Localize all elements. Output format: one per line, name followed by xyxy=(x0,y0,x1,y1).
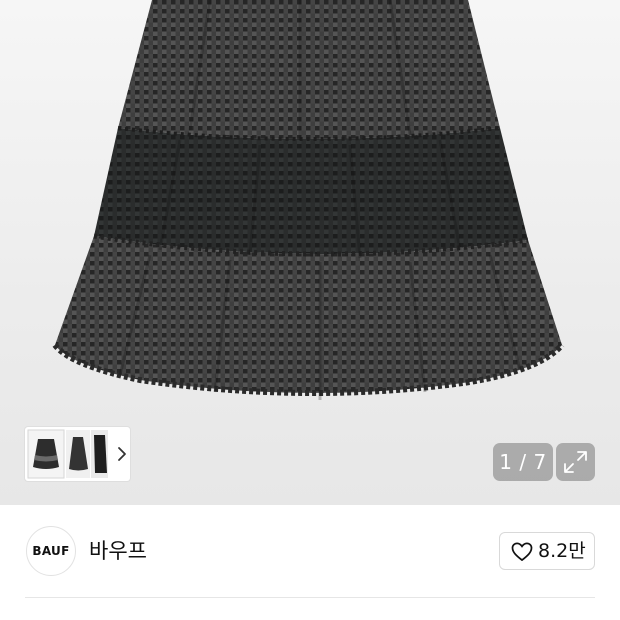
brand-row: BAUF 바우프 8.2만 xyxy=(0,505,620,620)
image-counter: 1 / 7 xyxy=(493,443,553,481)
brand-name[interactable]: 바우프 xyxy=(89,535,147,565)
skirt-thumbnail[interactable] xyxy=(27,429,65,479)
expand-icon xyxy=(564,451,587,473)
divider xyxy=(25,597,595,598)
thumbnail-strip[interactable] xyxy=(25,427,130,481)
expand-button[interactable] xyxy=(556,443,595,481)
product-image-gallery[interactable]: 1 / 7 xyxy=(0,0,620,505)
heart-outline-icon xyxy=(511,542,533,561)
chevron-right-icon[interactable] xyxy=(118,447,126,461)
skirt-detail-thumbnail[interactable] xyxy=(91,430,108,478)
like-count: 8.2만 xyxy=(538,540,586,562)
brand-logo[interactable]: BAUF xyxy=(26,526,76,576)
like-button[interactable]: 8.2만 xyxy=(499,532,595,570)
skirt-side-thumbnail[interactable] xyxy=(66,430,90,478)
